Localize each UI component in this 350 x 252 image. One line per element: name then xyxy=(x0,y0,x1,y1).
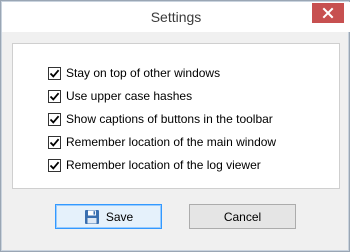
option-label: Show captions of buttons in the toolbar xyxy=(66,112,273,126)
checkmark-icon xyxy=(49,115,60,124)
window-title: Settings xyxy=(150,9,202,25)
save-label: Save xyxy=(105,209,134,224)
settings-window: Settings Stay on top of other windows Us… xyxy=(0,0,350,252)
option-label: Use upper case hashes xyxy=(66,89,193,103)
option-stay-on-top[interactable]: Stay on top of other windows xyxy=(48,65,220,81)
cancel-button[interactable]: Cancel xyxy=(189,204,296,229)
remember-log-viewer-checkbox[interactable] xyxy=(48,158,61,172)
save-button[interactable]: Save xyxy=(55,204,162,229)
show-captions-checkbox[interactable] xyxy=(48,112,61,126)
options-group: Stay on top of other windows Use upper c… xyxy=(12,43,340,189)
upper-case-hashes-checkbox[interactable] xyxy=(48,89,61,103)
option-remember-log-viewer[interactable]: Remember location of the log viewer xyxy=(48,157,261,173)
close-icon xyxy=(322,7,334,19)
option-label: Remember location of the main window xyxy=(66,135,277,149)
checkmark-icon xyxy=(49,161,60,170)
title-bar[interactable]: Settings xyxy=(2,2,350,32)
close-button[interactable] xyxy=(312,3,344,23)
option-label: Stay on top of other windows xyxy=(66,66,221,80)
floppy-disk-icon xyxy=(84,209,99,224)
option-remember-main-window[interactable]: Remember location of the main window xyxy=(48,134,276,150)
checkmark-icon xyxy=(49,138,60,147)
option-upper-case-hashes[interactable]: Use upper case hashes xyxy=(48,88,192,104)
stay-on-top-checkbox[interactable] xyxy=(48,66,61,80)
cancel-label: Cancel xyxy=(223,209,262,224)
checkmark-icon xyxy=(49,69,60,78)
option-show-captions[interactable]: Show captions of buttons in the toolbar xyxy=(48,111,273,127)
option-label: Remember location of the log viewer xyxy=(66,158,261,172)
checkmark-icon xyxy=(49,92,60,101)
remember-main-window-checkbox[interactable] xyxy=(48,135,61,149)
